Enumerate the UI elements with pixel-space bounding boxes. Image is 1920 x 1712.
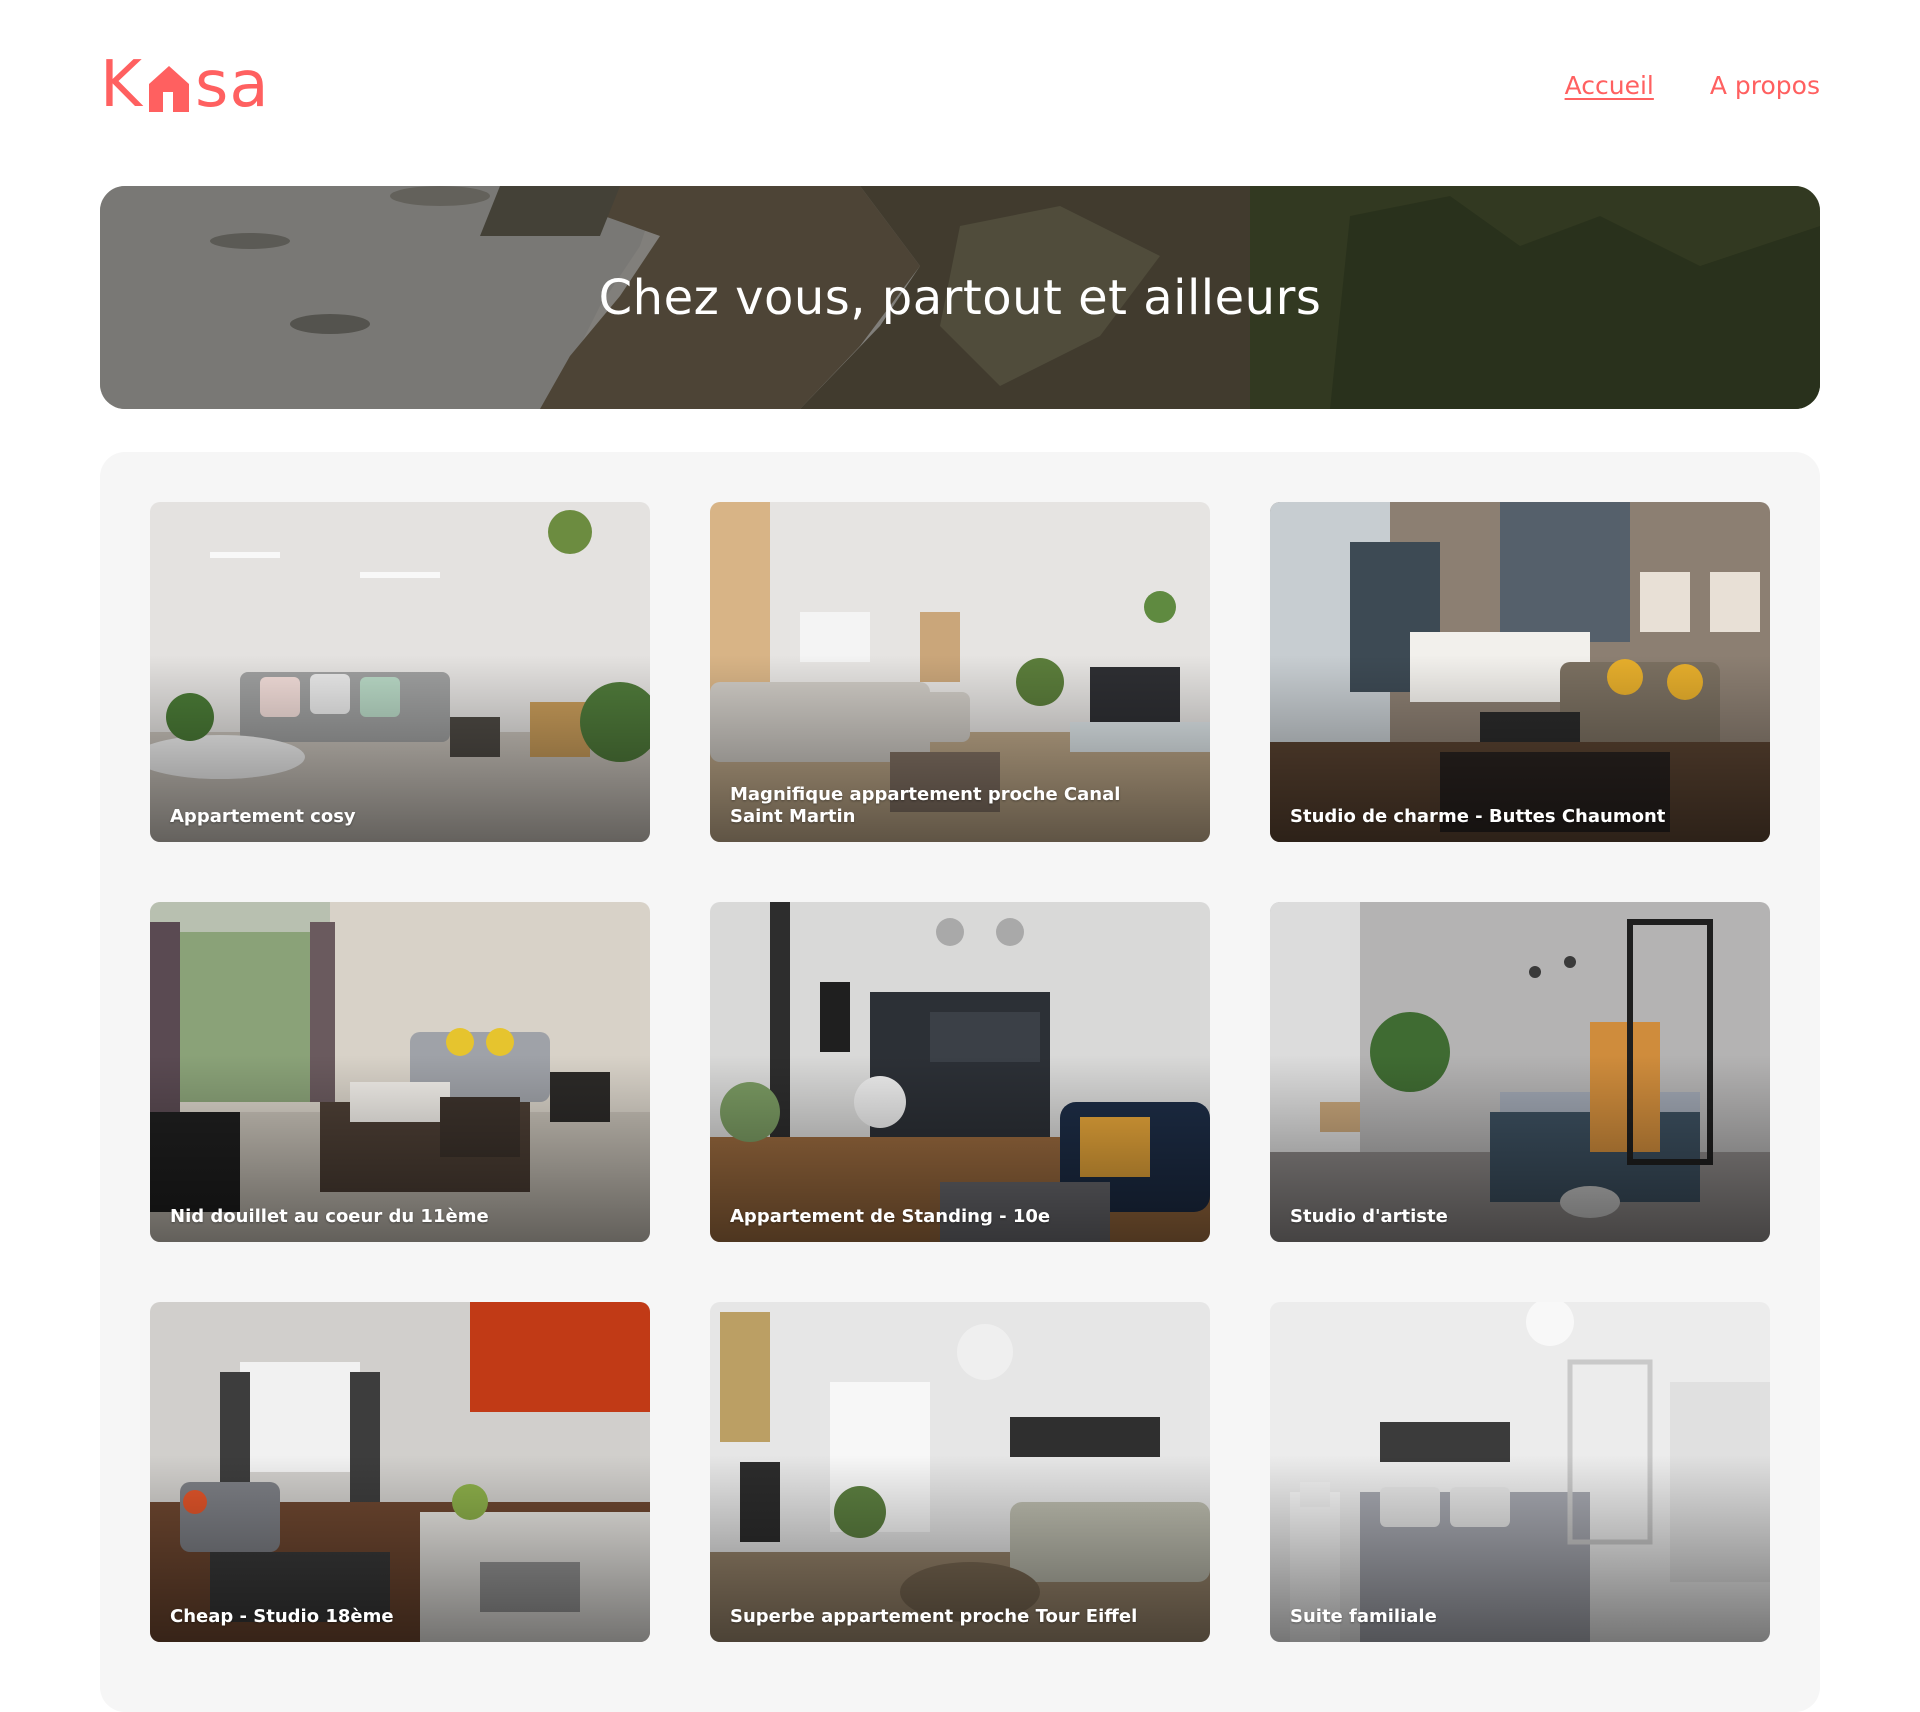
card-gradient	[710, 902, 1210, 1242]
listing-card[interactable]: Magnifique appartement proche Canal Sain…	[710, 502, 1210, 842]
house-icon	[148, 66, 189, 112]
listing-title: Suite familiale	[1290, 1606, 1437, 1627]
hero-title: Chez vous, partout et ailleurs	[598, 269, 1322, 326]
kasa-logo[interactable]: K sa	[100, 40, 270, 130]
listing-title: Cheap - Studio 18ème	[170, 1606, 394, 1627]
listing-card[interactable]: Cheap - Studio 18ème	[150, 1302, 650, 1642]
listing-card[interactable]: Suite familiale	[1270, 1302, 1770, 1642]
listings-gallery: Appartement cosy Magnifique appartement …	[100, 452, 1820, 1712]
listing-card[interactable]: Appartement de Standing - 10e	[710, 902, 1210, 1242]
card-gradient	[1270, 902, 1770, 1242]
listing-title: Studio de charme - Buttes Chaumont	[1290, 806, 1666, 827]
main-nav: Accueil A propos	[1565, 71, 1820, 100]
card-gradient	[1270, 1302, 1770, 1642]
listing-card[interactable]: Superbe appartement proche Tour Eiffel	[710, 1302, 1210, 1642]
logo-letters-sa: sa	[194, 48, 270, 122]
nav-link-accueil[interactable]: Accueil	[1565, 71, 1654, 100]
nav-link-a-propos[interactable]: A propos	[1710, 71, 1820, 100]
listing-card[interactable]: Studio de charme - Buttes Chaumont	[1270, 502, 1770, 842]
listing-title: Nid douillet au coeur du 11ème	[170, 1206, 489, 1227]
listing-title: Superbe appartement proche Tour Eiffel	[730, 1606, 1138, 1627]
card-gradient	[1270, 502, 1770, 842]
listing-title: Studio d'artiste	[1290, 1206, 1448, 1227]
listing-card[interactable]: Studio d'artiste	[1270, 902, 1770, 1242]
listing-title: Appartement cosy	[170, 806, 356, 827]
listing-title: Magnifique appartement proche Canal Sain…	[730, 784, 1121, 827]
listing-card[interactable]: Appartement cosy	[150, 502, 650, 842]
card-gradient	[710, 1302, 1210, 1642]
logo-letter-k: K	[100, 48, 143, 122]
card-gradient	[150, 902, 650, 1242]
site-header: K sa Accueil A propos	[100, 40, 1820, 130]
card-gradient	[150, 1302, 650, 1642]
listing-card[interactable]: Nid douillet au coeur du 11ème	[150, 902, 650, 1242]
card-gradient	[150, 502, 650, 842]
listing-title: Appartement de Standing - 10e	[730, 1206, 1051, 1227]
hero-banner: Chez vous, partout et ailleurs	[100, 186, 1820, 409]
